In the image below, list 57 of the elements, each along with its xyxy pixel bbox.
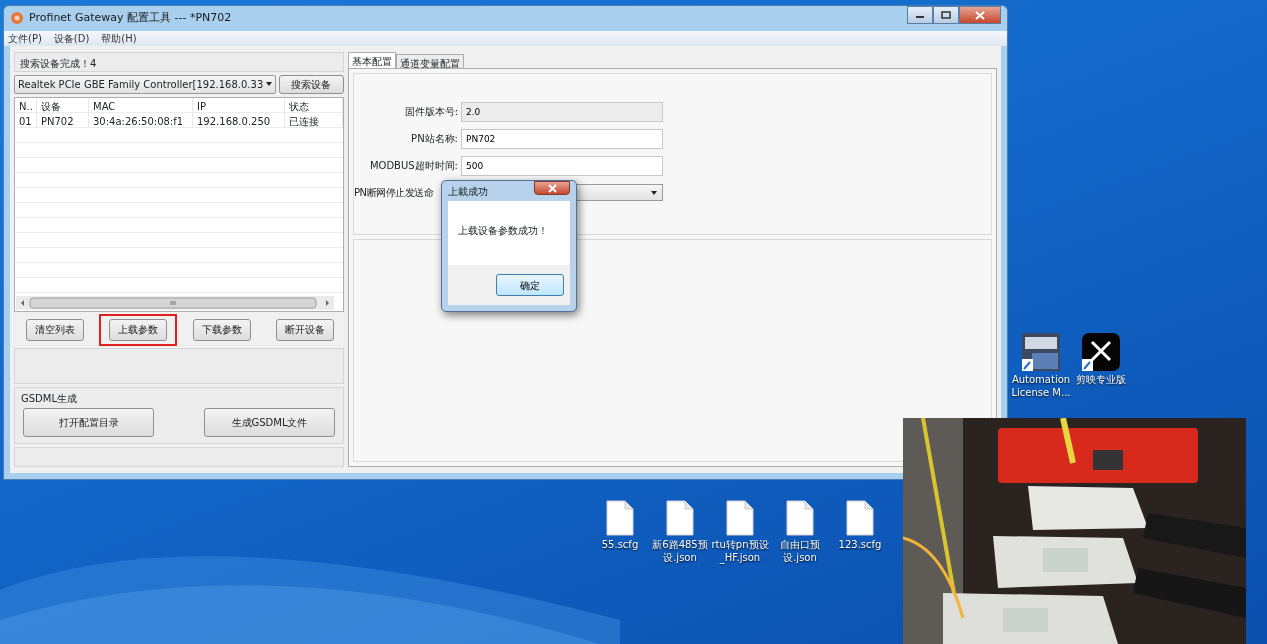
icon-label[interactable]: 55.scfg <box>601 539 639 552</box>
action-button[interactable]: 清空列表 <box>26 318 84 341</box>
window-title: Profinet Gateway 配置工具 --- *PN702 <box>29 10 232 26</box>
icon-label[interactable]: Automation License M... <box>1008 374 1074 399</box>
column-header[interactable]: IP <box>193 97 285 113</box>
icon-label[interactable]: 剪映专业版 <box>1076 374 1126 387</box>
table-cell: PN702 <box>37 112 89 128</box>
table-cell: 已连接 <box>285 112 343 128</box>
column-header[interactable]: N.. <box>15 97 37 113</box>
text-field[interactable]: PN702 <box>461 128 663 149</box>
dialog-title: 上載成功 <box>448 184 488 199</box>
menu-item[interactable]: 帮助(H) <box>101 30 137 46</box>
column-header[interactable]: 状态 <box>285 97 343 113</box>
text-field[interactable]: 2.0 <box>461 101 663 122</box>
icon-label[interactable]: 123.scfg <box>838 539 882 552</box>
group-title: GSDML生成 <box>20 391 78 406</box>
dialog-message: 上载设备参数成功！ <box>457 224 549 238</box>
close-icon <box>975 10 985 20</box>
file-icon <box>606 500 634 536</box>
table-cell: 30:4a:26:50:08:f1 <box>89 112 193 128</box>
field-label: PN站名称: <box>411 132 458 146</box>
scissors-icon <box>1082 333 1120 371</box>
shortcut-icon <box>1022 333 1060 371</box>
field-label: MODBUS超时时间: <box>369 159 458 173</box>
app-icon <box>10 11 24 26</box>
maximize-button[interactable] <box>933 6 959 24</box>
file-icon <box>846 500 874 536</box>
file-icon <box>786 500 814 536</box>
adapter-dropdown[interactable]: Realtek PCIe GBE Family Controller[192.168.0.33 <box>14 74 276 94</box>
minimize-button[interactable] <box>907 6 933 24</box>
search-button[interactable]: 搜索设备 <box>278 74 344 94</box>
table-cell: 192.168.0.250 <box>193 112 285 128</box>
column-header[interactable]: MAC <box>89 97 193 113</box>
action-button[interactable]: 下载参数 <box>192 318 251 341</box>
field-label: PN断网停止发送命 <box>354 186 433 200</box>
column-header[interactable]: 设备 <box>37 97 89 113</box>
tab[interactable]: 基本配置 <box>348 51 396 68</box>
action-button[interactable]: 断开设备 <box>276 318 334 341</box>
menu-item[interactable]: 文件(P) <box>8 30 42 46</box>
gsdml-button[interactable]: 打开配置目录 <box>23 408 154 437</box>
maximize-icon <box>941 11 951 19</box>
close-icon <box>547 183 557 193</box>
action-button[interactable]: 上载参数 <box>109 318 168 341</box>
status-text: 搜索设备完成！4 <box>14 51 344 72</box>
table-cell: 01 <box>15 112 37 128</box>
gsdml-button[interactable]: 生成GSDML文件 <box>204 408 335 437</box>
field-label: 固件版本号: <box>404 105 458 119</box>
close-button[interactable] <box>534 181 570 195</box>
file-icon <box>666 500 694 536</box>
close-button[interactable] <box>959 6 1001 24</box>
text-field[interactable]: 500 <box>461 155 663 176</box>
caret-icon <box>651 190 657 195</box>
caret-icon <box>265 82 272 86</box>
file-icon <box>726 500 754 536</box>
menu-item[interactable]: 设备(D) <box>53 30 90 46</box>
tab[interactable]: 通道变量配置 <box>396 53 464 68</box>
ok-button[interactable]: 确定 <box>496 274 564 296</box>
